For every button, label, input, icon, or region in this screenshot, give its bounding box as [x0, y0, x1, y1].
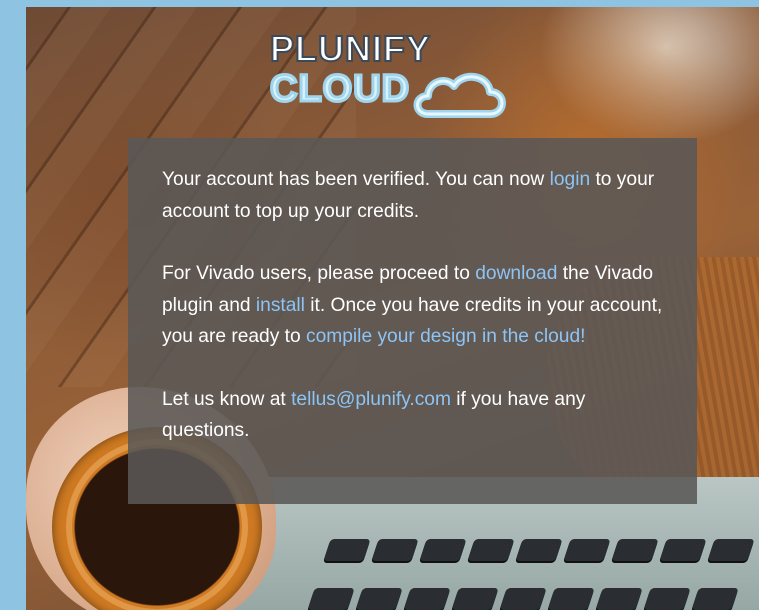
email-link[interactable]: tellus@plunify.com [291, 389, 451, 410]
plunify-cloud-logo: PLUNIFY CLOUD [268, 27, 510, 120]
verified-paragraph: Your account has been verified. You can … [162, 164, 663, 227]
logo-text-plunify: PLUNIFY [269, 27, 432, 70]
logo-text-cloud: CLOUD [268, 67, 411, 112]
login-link[interactable]: login [550, 169, 591, 190]
contact-paragraph: Let us know at tellus@plunify.com if you… [162, 384, 663, 447]
compile-in-cloud-link[interactable]: compile your design in the cloud! [306, 326, 585, 347]
vivado-text-start: For Vivado users, please proceed to [162, 263, 476, 284]
contact-text-start: Let us know at [162, 388, 292, 410]
install-link[interactable]: install [256, 295, 305, 316]
cloud-icon [413, 73, 506, 118]
verified-text-start: Your account has been verified. You can … [162, 169, 550, 190]
download-link[interactable]: download [475, 263, 557, 284]
vivado-paragraph: For Vivado users, please proceed to down… [162, 258, 663, 353]
keyboard-decoration [301, 539, 759, 610]
verification-message-panel: Your account has been verified. You can … [128, 138, 697, 504]
